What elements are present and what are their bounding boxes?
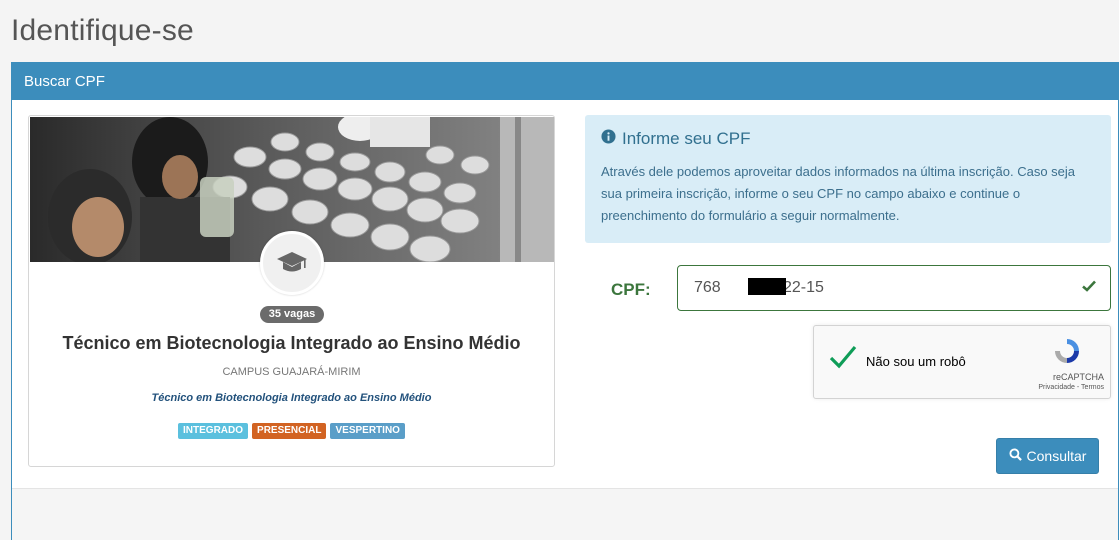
search-cpf-panel: Buscar CPF 35 vagas Técnico em Biotecnol… (11, 62, 1119, 540)
tag-vespertino: VESPERTINO (330, 423, 405, 439)
course-card: 35 vagas Técnico em Biotecnologia Integr… (28, 115, 555, 467)
panel-heading: Buscar CPF (12, 62, 1118, 100)
search-icon (1008, 448, 1022, 464)
recaptcha-logo-icon (1052, 336, 1082, 366)
consultar-label: Consultar (1026, 448, 1087, 464)
page-header: Identifique-se (0, 0, 1119, 62)
cpf-redaction (748, 278, 786, 295)
campus-name: CAMPUS GUAJARÁ-MIRIM (222, 366, 361, 378)
valid-check-icon (1082, 279, 1096, 296)
cpf-label: CPF: (611, 280, 651, 299)
recaptcha-brand: reCAPTCHA (1052, 372, 1104, 382)
course-subtitle: Técnico em Biotecnologia Integrado ao En… (151, 392, 432, 404)
consultar-button[interactable]: Consultar (996, 438, 1099, 474)
panel-footer (12, 488, 1118, 540)
graduation-cap-icon (260, 231, 324, 295)
info-text: Através dele podemos aproveitar dados in… (601, 164, 1076, 223)
recaptcha-widget: Não sou um robô reCAPTCHA Privacidade - … (813, 325, 1111, 399)
info-circle-icon (601, 129, 616, 149)
vagas-badge: 35 vagas (260, 306, 324, 323)
recaptcha-checkbox[interactable] (828, 342, 858, 372)
cpf-input[interactable] (677, 265, 1111, 311)
info-title: Informe seu CPF (601, 129, 1095, 149)
tag-integrado: INTEGRADO (178, 423, 249, 439)
recaptcha-links[interactable]: Privacidade - Termos (1010, 384, 1104, 391)
course-tags: INTEGRADO PRESENCIAL VESPERTINO (29, 423, 554, 439)
page-title: Identifique-se (11, 14, 194, 47)
info-title-text: Informe seu CPF (622, 129, 751, 148)
course-title: Técnico em Biotecnologia Integrado ao En… (62, 333, 521, 353)
info-alert: Informe seu CPF Através dele podemos apr… (585, 115, 1111, 243)
recaptcha-label: Não sou um robô (866, 354, 966, 369)
tag-presencial: PRESENCIAL (252, 423, 327, 439)
